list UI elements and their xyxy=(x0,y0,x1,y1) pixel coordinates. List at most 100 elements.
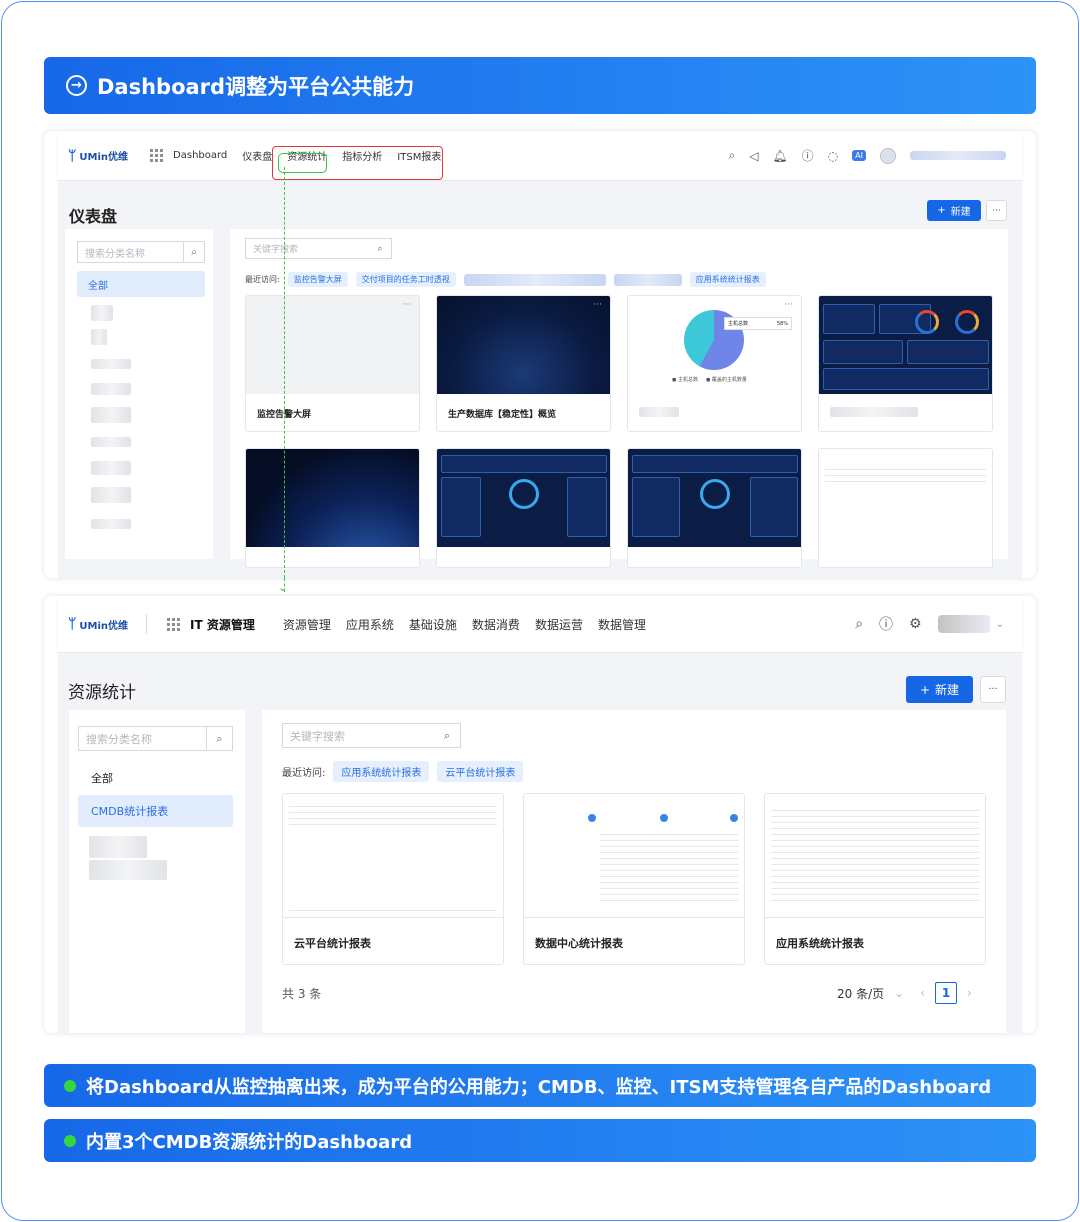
sidebar-item-blurred[interactable] xyxy=(91,461,131,475)
sidebar-item-blurred[interactable] xyxy=(91,383,131,395)
card-thumbnail xyxy=(246,296,419,394)
screenshot-dashboard-old: ᛘ UMin优维 Dashboard 仪表盘 资源统计 指标分析 ITSM报表 … xyxy=(44,131,1036,578)
avatar[interactable] xyxy=(880,147,896,164)
dashboard-card[interactable]: ··· 生产数据库【稳定性】概览 xyxy=(436,295,611,432)
note-text: 将Dashboard从监控抽离出来，成为平台的公用能力；CMDB、监控、ITSM… xyxy=(86,1076,992,1098)
ai-icon[interactable]: AI xyxy=(852,150,866,161)
card-thumbnail xyxy=(437,449,610,547)
page-content: 仪表盘 + 新建 ··· 搜索分类名称 ⌕ 全部 关键字搜索 ⌕ 最近访问: 监… xyxy=(58,181,1022,578)
nav-item-app-system[interactable]: 应用系统 xyxy=(346,616,394,633)
page-number-current[interactable]: 1 xyxy=(935,982,958,1004)
card-title-blurred xyxy=(639,407,679,417)
mini-panel xyxy=(750,477,798,537)
category-sidebar: 搜索分类名称 ⌕ 全部 xyxy=(65,229,213,559)
search-icon[interactable]: ⌕ xyxy=(183,242,204,262)
nav-item-data-ops[interactable]: 数据运营 xyxy=(535,616,583,633)
recent-tag-blurred[interactable] xyxy=(613,273,682,286)
recent-tag[interactable]: 交付项目的任务工时透视 xyxy=(355,272,456,287)
sidebar-item-blurred[interactable] xyxy=(91,359,131,369)
sidebar-item-blurred[interactable] xyxy=(89,860,167,880)
sidebar-item-blurred[interactable] xyxy=(91,437,131,447)
help-icon[interactable]: ⓘ xyxy=(802,147,814,164)
search-icon[interactable]: ⌕ xyxy=(369,239,391,258)
more-button[interactable]: ··· xyxy=(986,200,1007,221)
dashboard-card[interactable] xyxy=(245,448,420,568)
card-more-icon[interactable]: ··· xyxy=(593,300,602,310)
sidebar-item-blurred[interactable] xyxy=(91,487,131,503)
logo-text: UMin优维 xyxy=(79,152,129,163)
nav-dashboard[interactable]: Dashboard xyxy=(173,150,227,161)
sidebar-item-all[interactable]: 全部 xyxy=(78,766,233,790)
apps-grid-icon[interactable] xyxy=(150,149,164,162)
chevron-down-icon[interactable]: ⌄ xyxy=(996,619,1004,630)
nav-item-data-mgmt[interactable]: 数据管理 xyxy=(598,616,646,633)
nav-item-data-consumption[interactable]: 数据消费 xyxy=(472,616,520,633)
sidebar-item-blurred[interactable] xyxy=(91,329,107,345)
recent-tag[interactable]: 应用系统统计报表 xyxy=(333,761,430,782)
mini-panel xyxy=(907,340,989,364)
recent-tag-blurred[interactable] xyxy=(463,273,606,286)
nav-product[interactable]: IT 资源管理 xyxy=(190,616,255,633)
dashboard-card[interactable] xyxy=(436,448,611,568)
note-banner: 将Dashboard从监控抽离出来，成为平台的公用能力；CMDB、监控、ITSM… xyxy=(44,1064,1036,1107)
page-size-select[interactable]: 20 条/页 xyxy=(837,985,884,1002)
card-thumbnail xyxy=(283,794,503,918)
card-title: 数据中心统计报表 xyxy=(535,937,623,950)
avatar[interactable] xyxy=(937,615,990,633)
chat-icon[interactable]: ◌ xyxy=(828,149,838,163)
arrow-right-circle-icon: → xyxy=(66,75,87,96)
sidebar-item-blurred[interactable] xyxy=(89,836,147,858)
dashboard-card[interactable]: 主机总数 58% ● 主机总数 ● 覆盖的主机数量 ··· xyxy=(627,295,802,432)
recent-tag[interactable]: 监控告警大屏 xyxy=(287,272,348,287)
recent-tag[interactable]: 应用系统统计报表 xyxy=(689,272,766,287)
chevron-down-icon[interactable]: ⌄ xyxy=(894,986,904,1000)
dashboard-card[interactable]: 云平台统计报表 xyxy=(282,793,504,965)
keyword-search-input[interactable]: 关键字搜索 ⌕ xyxy=(282,723,461,748)
sidebar-item-blurred[interactable] xyxy=(91,407,131,423)
dashboard-card[interactable] xyxy=(818,448,993,568)
sidebar-item-blurred[interactable] xyxy=(91,519,131,529)
chevron-left-icon[interactable]: ‹ xyxy=(920,986,925,1000)
chevron-right-icon[interactable]: › xyxy=(967,986,972,1000)
gear-icon[interactable]: ⚙ xyxy=(909,616,922,632)
category-search-input[interactable]: 搜索分类名称 ⌕ xyxy=(78,726,233,751)
apps-grid-icon[interactable] xyxy=(167,617,181,631)
search-icon[interactable]: ⌕ xyxy=(855,616,863,632)
brand-logo[interactable]: ᛘ UMin优维 xyxy=(68,148,128,164)
search-icon[interactable]: ⌕ xyxy=(206,727,232,750)
sidebar-item-cmdb-report[interactable]: CMDB统计报表 xyxy=(78,795,233,827)
dashboard-card[interactable] xyxy=(627,448,802,568)
brand-logo[interactable]: ᛘ UMin优维 xyxy=(68,616,128,632)
card-more-icon[interactable]: ··· xyxy=(402,300,411,310)
nav-item-dashboard-board[interactable]: 仪表盘 xyxy=(242,148,272,163)
recent-tag[interactable]: 云平台统计报表 xyxy=(437,761,524,782)
tooltip-label: 主机总数 xyxy=(728,321,749,327)
dashboard-card[interactable] xyxy=(818,295,993,432)
new-button[interactable]: + 新建 xyxy=(906,676,973,703)
card-more-icon[interactable]: ··· xyxy=(784,300,793,310)
sidebar-item-all[interactable]: 全部 xyxy=(77,271,205,297)
keyword-search-placeholder: 关键字搜索 xyxy=(253,245,299,255)
page-title: 资源统计 xyxy=(68,683,136,703)
more-button[interactable]: ··· xyxy=(980,676,1006,703)
screenshot-resource-stats: ᛘ UMin优维 IT 资源管理 资源管理 应用系统 基础设施 数据消费 数据运… xyxy=(44,596,1036,1033)
dot-icon xyxy=(660,814,668,822)
help-icon[interactable]: ⓘ xyxy=(879,614,893,634)
bullet-icon xyxy=(64,1134,76,1147)
top-nav: ᛘ UMin优维 IT 资源管理 资源管理 应用系统 基础设施 数据消费 数据运… xyxy=(58,596,1022,653)
new-button[interactable]: + 新建 xyxy=(927,200,981,221)
speaker-icon[interactable]: ◁ xyxy=(749,149,758,163)
sidebar-item-blurred[interactable] xyxy=(91,305,113,321)
nav-item-resource-mgmt[interactable]: 资源管理 xyxy=(283,616,331,633)
search-icon[interactable]: ⌕ xyxy=(434,724,460,747)
nav-item-infrastructure[interactable]: 基础设施 xyxy=(409,616,457,633)
category-search-input[interactable]: 搜索分类名称 ⌕ xyxy=(77,241,205,263)
username-blurred xyxy=(910,151,1006,160)
keyword-search-input[interactable]: 关键字搜索 ⌕ xyxy=(245,238,392,259)
dashboard-card[interactable]: 应用系统统计报表 xyxy=(764,793,986,965)
bell-icon[interactable]: 🔔︎ xyxy=(772,149,787,163)
highlight-box-green xyxy=(278,153,327,173)
dashboard-card[interactable]: 数据中心统计报表 xyxy=(523,793,745,965)
dashboard-card[interactable]: ··· 监控告警大屏 xyxy=(245,295,420,432)
search-icon[interactable]: ⌕ xyxy=(728,148,735,163)
